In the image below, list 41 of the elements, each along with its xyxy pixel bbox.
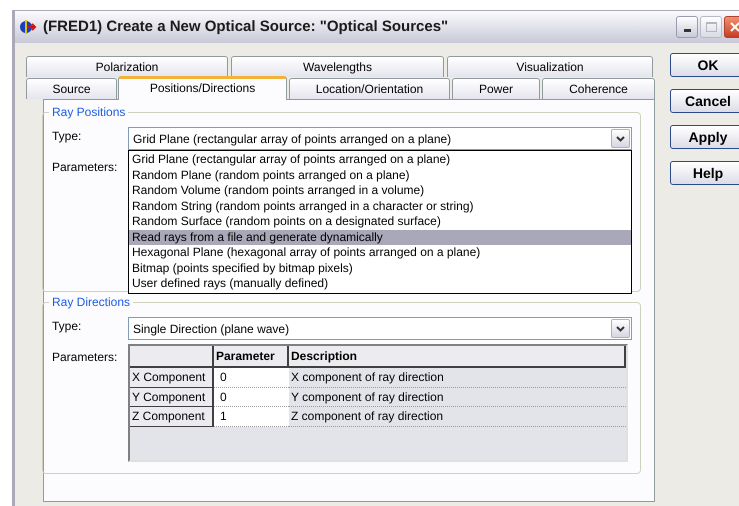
group-legend: Ray Positions (49, 104, 128, 120)
window-title: (FRED1) Create a New Optical Source: "Optical Sources" (43, 16, 448, 37)
dialog-button[interactable]: Help (670, 161, 739, 185)
dropdown-option[interactable]: Random Plane (random points arranged on a plane) (129, 168, 631, 183)
tab[interactable]: Visualization (447, 56, 653, 77)
dropdown-option[interactable]: Grid Plane (rectangular array of points arranged on a plane) (129, 152, 631, 168)
tab[interactable]: Source (26, 78, 117, 99)
dropdown-option[interactable]: Random Volume (random points arranged in a volume) (129, 183, 631, 198)
column-header: Description (289, 346, 626, 366)
parameter-cell[interactable]: 0 (214, 368, 289, 388)
type-dropdown[interactable]: Single Direction (plane wave) (128, 317, 632, 340)
dropdown-option[interactable]: Bitmap (points specified by bitmap pixels) (129, 260, 631, 276)
dialog-button[interactable]: Cancel (670, 89, 739, 113)
group-legend: Ray Directions (49, 294, 134, 310)
table-cell: X component of ray direction (289, 368, 626, 388)
parameter-cell[interactable]: 0 (214, 388, 289, 407)
row-header: Z Component (130, 407, 214, 426)
field-label: Parameters: (52, 349, 118, 366)
dropdown-option[interactable]: Random String (random points arranged in a character or string) (129, 198, 631, 214)
tab[interactable]: Wavelengths (231, 56, 444, 77)
tab[interactable]: Power (452, 78, 540, 99)
dropdown-option[interactable]: Read rays from a file and generate dynamically (129, 230, 631, 245)
table-cell: Y component of ray direction (289, 388, 626, 407)
table-cell: Z component of ray direction (289, 407, 626, 426)
row-header: Y Component (130, 388, 214, 407)
dropdown-option[interactable]: User defined rays (manually defined) (129, 276, 631, 292)
type-dropdown[interactable]: Grid Plane (rectangular array of points arranged on a plane) (128, 127, 632, 150)
dialog-button[interactable]: OK (670, 53, 739, 77)
column-header: Parameter (214, 346, 289, 366)
parameter-cell[interactable]: 1 (214, 407, 289, 426)
field-label: Parameters: (52, 159, 118, 176)
field-label: Type: (52, 128, 82, 145)
tab[interactable]: Location/Orientation (289, 78, 450, 99)
dropdown-option[interactable]: Random Surface (random points on a designated surface) (129, 214, 631, 230)
tab[interactable]: Positions/Directions (118, 76, 287, 100)
tab[interactable]: Coherence (542, 78, 655, 99)
row-header: X Component (130, 368, 214, 388)
field-label: Type: (52, 318, 82, 335)
dialog-button[interactable]: Apply (670, 125, 739, 149)
dropdown-option[interactable]: Hexagonal Plane (hexagonal array of points arranged on a plane) (129, 245, 631, 260)
tab[interactable]: Polarization (26, 56, 228, 77)
